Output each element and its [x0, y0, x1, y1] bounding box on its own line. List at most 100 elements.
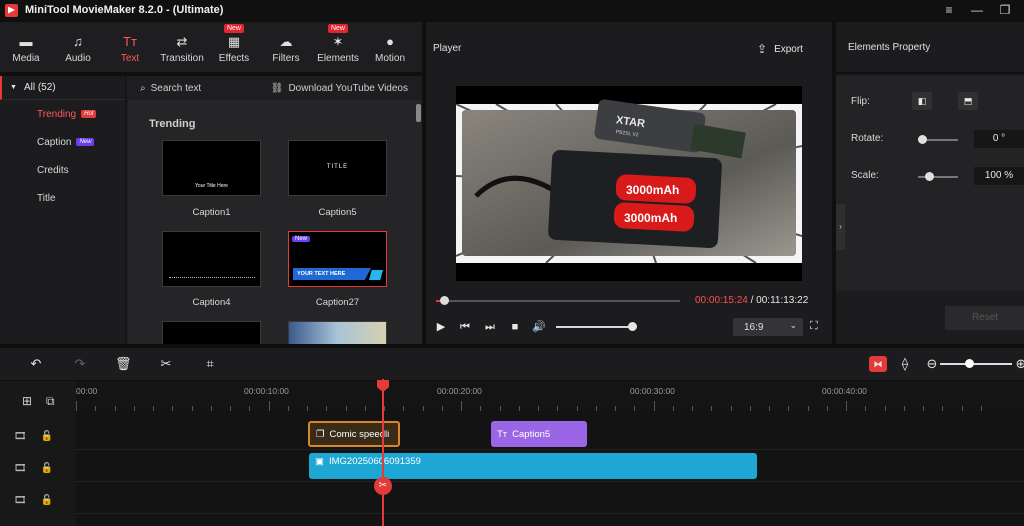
- undo-icon[interactable]: ↶: [28, 356, 44, 372]
- category-credits[interactable]: Credits: [0, 156, 125, 184]
- thumbnail-preview-text: YOUR TEXT HERE: [297, 271, 346, 277]
- thumbnail-caption4[interactable]: [162, 231, 261, 287]
- playhead[interactable]: [382, 379, 384, 526]
- split-at-playhead-icon[interactable]: ✂: [374, 477, 392, 495]
- fullscreen-icon[interactable]: ⛶: [810, 320, 818, 333]
- title-bar: MiniTool MovieMaker 8.2.0 - (Ultimate) ≡…: [0, 0, 1024, 20]
- collapse-panel-icon[interactable]: ›: [836, 204, 845, 250]
- thumbnail-partial[interactable]: [288, 321, 387, 344]
- new-badge: New: [327, 24, 348, 33]
- lock-icon[interactable]: 🔓: [41, 431, 53, 442]
- snap-icon[interactable]: ⧓: [869, 356, 887, 372]
- track-3-controls: 🎞 🔓: [14, 486, 74, 515]
- aspect-ratio-select[interactable]: 16:9 ⌄: [733, 318, 803, 336]
- app-logo-icon: [5, 3, 18, 17]
- category-title[interactable]: Title: [0, 184, 125, 212]
- tab-motion[interactable]: ● Motion: [364, 22, 416, 72]
- ruler-tick: [749, 406, 751, 411]
- download-label: Download YouTube Videos: [288, 82, 408, 94]
- category-label: Trending: [37, 108, 77, 120]
- time-display: 00:00:15:24 / 00:11:13:22: [695, 295, 808, 306]
- scale-value-input[interactable]: 100 %: [974, 167, 1024, 185]
- split-scissors-icon[interactable]: ✂: [158, 356, 174, 372]
- search-input[interactable]: ⌕ Search text: [140, 83, 201, 94]
- ruler-tick: [769, 406, 770, 411]
- redo-icon[interactable]: ↷: [72, 356, 88, 372]
- properties-panel: Elements Property Flip: ◧ ⬒ Rotate: 0 ° …: [836, 22, 1024, 344]
- thumbnail-caption1[interactable]: Your Title Here: [162, 140, 261, 196]
- chevron-down-icon: ⌄: [789, 320, 797, 330]
- film-icon: 🎞: [14, 495, 27, 506]
- next-frame-button[interactable]: ⏭: [483, 320, 497, 334]
- delete-icon[interactable]: 🗑: [115, 356, 132, 372]
- zoom-out-icon[interactable]: ⊖: [924, 356, 940, 372]
- scale-slider[interactable]: [918, 172, 958, 181]
- ruler-tick: [961, 406, 963, 411]
- zoom-in-icon[interactable]: ⊕: [1013, 356, 1024, 372]
- hamburger-menu-icon[interactable]: ≡: [940, 2, 958, 18]
- thumbnail-banner-accent: [369, 270, 383, 280]
- category-trending[interactable]: Trending Hot: [0, 100, 125, 128]
- ruler-tick: [114, 406, 116, 411]
- crop-icon[interactable]: ⌗: [202, 356, 218, 372]
- ruler-tick: [538, 406, 539, 411]
- ruler-tick: [403, 406, 405, 411]
- maximize-icon[interactable]: ❐: [996, 2, 1014, 18]
- tab-elements[interactable]: New ✶ Elements: [312, 22, 364, 72]
- zoom-slider[interactable]: [940, 359, 1012, 368]
- tab-text[interactable]: Tт Text: [104, 22, 156, 72]
- progress-bar[interactable]: [436, 296, 680, 305]
- download-youtube-button[interactable]: ⛓ Download YouTube Videos: [271, 83, 408, 94]
- clip-effect[interactable]: ❐ Comic speedli: [308, 421, 400, 447]
- rotate-value-input[interactable]: 0 °: [974, 130, 1024, 148]
- tab-media[interactable]: ▬ Media: [0, 22, 52, 72]
- tab-transition[interactable]: ⇄ Transition: [156, 22, 208, 72]
- thumbnail-label: Caption27: [315, 297, 360, 308]
- lock-icon[interactable]: 🔓: [41, 495, 53, 506]
- play-button[interactable]: ▶: [434, 320, 448, 334]
- volume-slider[interactable]: [556, 322, 637, 331]
- fit-timeline-icon[interactable]: ⟠: [897, 356, 913, 372]
- section-title: Trending: [149, 118, 196, 130]
- ruler-tick: [595, 406, 597, 411]
- scale-knob[interactable]: [925, 172, 934, 181]
- track-headers: ⊞ ⧉ 🎞 🔓 🎞 🔓 🎞 🔓: [0, 381, 76, 526]
- ruler-tick: [615, 406, 616, 411]
- thumbnail-partial[interactable]: [162, 321, 261, 344]
- stop-button[interactable]: ■: [508, 320, 522, 334]
- export-button[interactable]: ⇪ Export: [757, 42, 803, 56]
- rotate-slider[interactable]: [918, 135, 958, 144]
- volume-knob[interactable]: [628, 322, 637, 331]
- ruler-tick: [980, 406, 982, 411]
- time-ruler[interactable]: 00:00 00:00:10:00 00:00:20:00 00:00:30:0…: [76, 381, 1024, 411]
- motion-icon: ●: [386, 34, 394, 49]
- clip-video[interactable]: ▣ IMG20250606091359: [309, 453, 757, 479]
- progress-knob[interactable]: [439, 296, 449, 305]
- thumbnail-caption5[interactable]: TITLE: [288, 140, 387, 196]
- flip-vertical-icon[interactable]: ⬒: [958, 92, 978, 110]
- ruler-tick: [557, 406, 559, 411]
- copy-track-icon[interactable]: ⧉: [46, 394, 55, 409]
- tab-filters[interactable]: ☁ Filters: [260, 22, 312, 72]
- lock-icon[interactable]: 🔓: [41, 463, 53, 474]
- category-caption[interactable]: Caption New: [0, 128, 125, 156]
- clip-caption[interactable]: Tт Caption5: [491, 421, 587, 447]
- thumbnail-caption27[interactable]: New YOUR TEXT HERE: [288, 231, 387, 287]
- library-scrollbar[interactable]: [416, 104, 421, 122]
- rotate-knob[interactable]: [918, 135, 927, 144]
- volume-icon[interactable]: 🔊: [532, 320, 546, 334]
- clip-label: Caption5: [512, 428, 551, 440]
- tab-audio[interactable]: ♫ Audio: [52, 22, 104, 72]
- ruler-tick: [210, 406, 212, 411]
- tab-effects[interactable]: New ▦ Effects: [208, 22, 260, 72]
- minimize-icon[interactable]: —: [968, 2, 986, 18]
- zoom-knob[interactable]: [965, 359, 974, 368]
- video-preview[interactable]: 3000mAh 3000mAh XTAR PB2SL V2: [456, 86, 802, 281]
- flip-horizontal-icon[interactable]: ◧: [912, 92, 932, 110]
- category-all[interactable]: ▼ All (52): [0, 76, 125, 100]
- previous-frame-button[interactable]: ⏮: [458, 320, 472, 334]
- track-1: ❐ Comic speedli Tт Caption5: [76, 421, 1024, 450]
- search-placeholder: Search text: [150, 82, 202, 94]
- add-track-icon[interactable]: ⊞: [22, 394, 32, 408]
- reset-button[interactable]: Reset: [945, 306, 1024, 330]
